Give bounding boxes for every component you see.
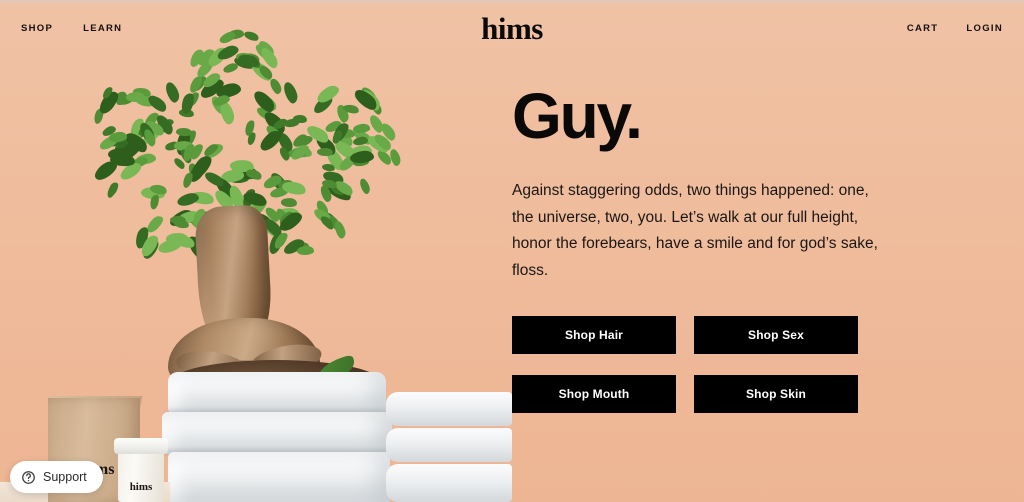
bonsai-leaf [175,126,192,137]
bonsai-leaf [91,158,120,184]
support-button[interactable]: Support [10,461,103,493]
hero-copy-block: Guy. Against staggering odds, two things… [512,84,912,285]
pill-bottle-body [118,448,164,502]
support-label: Support [43,469,87,484]
bowl [386,392,512,426]
bonsai-leaf [389,148,403,167]
bonsai-leaf [332,219,348,240]
bonsai-leaf [222,61,239,74]
pill-bottle-label: hims [129,481,153,493]
question-circle-icon [21,470,36,485]
nav-link-learn[interactable]: LEARN [82,21,123,37]
hero-subhead: Against staggering odds, two things happ… [512,182,878,279]
bonsai-leaf [269,76,284,96]
bowl [386,428,512,462]
stacked-bowls [386,392,512,502]
pot-tier-top [168,372,386,414]
bonsai-leaf [175,191,200,208]
bonsai-leaf [358,176,372,195]
bonsai-leaf [126,91,146,102]
hero-product-photo: hims hims [0,0,512,502]
pot-tier-bottom [168,452,390,502]
bowl [386,464,512,502]
bonsai-leaf [280,197,298,208]
pill-bottle-cap [114,438,168,454]
bonsai-leaf [282,80,300,105]
nav-link-login[interactable]: LOGIN [965,21,1004,37]
cta-shop-sex[interactable]: Shop Sex [694,316,858,354]
bonsai-leaf [292,113,308,123]
cta-shop-mouth[interactable]: Shop Mouth [512,375,676,413]
hims-logo[interactable]: hims [481,13,543,44]
site-header: SHOP LEARN hims CART LOGIN [0,0,1024,58]
bonsai-leaf [164,80,182,105]
cta-shop-hair[interactable]: Shop Hair [512,316,676,354]
bonsai-leaf [108,147,133,161]
pot-tier-middle [162,412,392,454]
primary-nav-right: CART LOGIN [906,21,1004,37]
page-title: Guy. [512,80,643,152]
bonsai-leaf [296,245,314,255]
bonsai-leaf [105,184,118,200]
cta-button-grid: Shop Hair Shop Sex Shop Mouth Shop Skin [512,316,858,413]
hero-page: hims hims SHOP LEARN hims CART LOGIN Guy… [0,0,1024,502]
bonsai-leaf [145,91,169,114]
nav-link-shop[interactable]: SHOP [20,21,54,37]
bonsai-leaf [353,123,371,134]
nav-link-cart[interactable]: CART [906,21,940,37]
cta-shop-skin[interactable]: Shop Skin [694,375,858,413]
primary-nav-left: SHOP LEARN [20,21,123,37]
bonsai-leaf [316,147,333,157]
